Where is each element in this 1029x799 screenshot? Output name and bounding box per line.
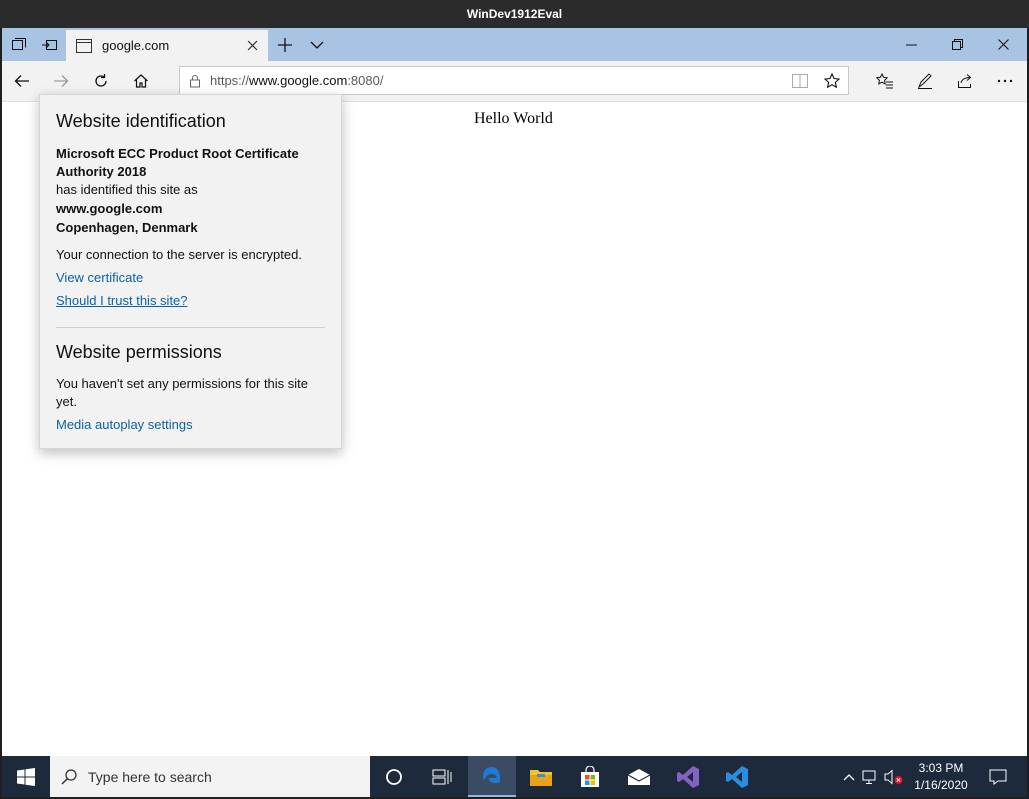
lock-icon[interactable] (180, 74, 210, 88)
back-icon[interactable] (5, 65, 39, 97)
network-icon[interactable] (860, 756, 882, 797)
clock-date: 1/16/2020 (914, 777, 968, 792)
address-bar[interactable]: https://www.google.com:8080/ (179, 66, 849, 95)
url-prefix: https:// (210, 73, 250, 88)
flyout-divider (56, 327, 325, 328)
edge-app-icon[interactable] (468, 756, 516, 797)
page-body-text: Hello World (474, 110, 553, 127)
url-host: www.google.com (249, 73, 348, 88)
reading-view-icon[interactable] (784, 67, 816, 94)
url-suffix: :8080/ (347, 73, 384, 88)
tab-google[interactable]: google.com (66, 30, 268, 61)
minimize-icon[interactable] (888, 28, 934, 61)
task-view-icon[interactable] (418, 756, 466, 797)
cortana-icon[interactable] (370, 756, 418, 797)
tab-preview-chevron-icon[interactable] (302, 28, 332, 61)
clock-time: 3:03 PM (918, 760, 964, 775)
more-icon[interactable] (988, 65, 1022, 97)
file-explorer-icon[interactable] (517, 756, 565, 797)
search-icon (50, 768, 88, 785)
tabs-aside-icon[interactable] (4, 28, 34, 61)
share-icon[interactable] (948, 65, 982, 97)
media-autoplay-link[interactable]: Media autoplay settings (56, 417, 193, 432)
close-window-icon[interactable] (980, 28, 1026, 61)
encryption-status: Your connection to the server is encrypt… (56, 247, 302, 262)
add-notes-icon[interactable] (908, 65, 942, 97)
taskbar-clock[interactable]: 3:03 PM 1/16/2020 (906, 756, 976, 797)
taskbar: Type here to search 3:03 PM 1/16/2020 (2, 756, 1027, 797)
volume-muted-icon[interactable] (882, 756, 906, 797)
show-hidden-icons-chevron-icon[interactable] (838, 756, 860, 797)
search-placeholder: Type here to search (88, 768, 212, 785)
certificate-issuer: Microsoft ECC Product Root Certificate A… (56, 146, 299, 179)
refresh-icon[interactable] (84, 65, 118, 97)
taskbar-search-box[interactable]: Type here to search (50, 756, 370, 797)
favorites-hub-icon[interactable] (868, 65, 902, 97)
vscode-icon[interactable] (713, 756, 761, 797)
view-certificate-link[interactable]: View certificate (56, 270, 143, 285)
identified-text: has identified this site as (56, 182, 198, 197)
permissions-text: You haven't set any permissions for this… (56, 376, 309, 409)
restore-icon[interactable] (934, 28, 980, 61)
url-text[interactable]: https://www.google.com:8080/ (210, 73, 784, 88)
new-tab-icon[interactable] (270, 28, 300, 61)
site-location: Copenhagen, Denmark (56, 220, 198, 235)
website-identification-heading: Website identification (56, 111, 226, 131)
tab-bar: google.com (2, 28, 1027, 61)
store-icon[interactable] (566, 756, 614, 797)
forward-icon[interactable] (44, 65, 78, 97)
site-identity-flyout: Website identification Microsoft ECC Pro… (39, 94, 342, 449)
mail-icon[interactable] (615, 756, 663, 797)
vm-window-title: WinDev1912Eval (0, 0, 1029, 28)
home-icon[interactable] (124, 65, 158, 97)
windows-start-icon[interactable] (2, 756, 50, 797)
identified-site: www.google.com (56, 201, 163, 216)
website-permissions-heading: Website permissions (56, 342, 222, 362)
close-tab-icon[interactable] (240, 34, 264, 58)
action-center-icon[interactable] (978, 756, 1018, 797)
trust-site-link[interactable]: Should I trust this site? (56, 293, 188, 308)
page-icon (76, 38, 92, 54)
set-tabs-aside-icon[interactable] (35, 28, 65, 61)
tab-title: google.com (102, 38, 170, 53)
visual-studio-icon[interactable] (664, 756, 712, 797)
favorite-star-icon[interactable] (816, 67, 848, 94)
